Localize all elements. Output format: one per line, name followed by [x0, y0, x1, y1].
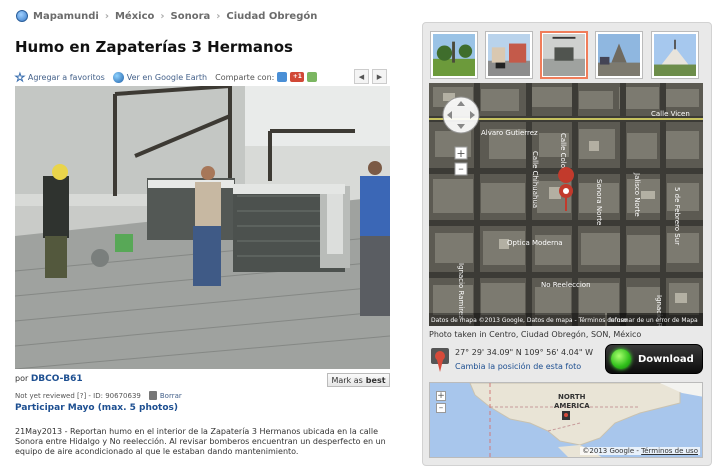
image-share-icon[interactable]: [307, 72, 318, 82]
review-line: Not yet reviewed [?] - ID: 90670639 Borr…: [15, 391, 182, 400]
photo-description: 21May2013 - Reportan humo en el interior…: [15, 427, 386, 456]
mark-as-label: Mark as: [331, 375, 363, 385]
add-favorites-link[interactable]: ★ Agregar a favoritos: [15, 70, 105, 84]
map-label-optica-moderna: Optica Moderna: [507, 239, 563, 247]
coordinates-row: 27° 29' 34.09" N 109° 56' 4.04" W Cambia…: [429, 345, 605, 375]
change-position-link[interactable]: Cambia la posición de esta foto: [455, 362, 581, 371]
author-name-link[interactable]: DBCO-B61: [31, 374, 83, 384]
google-earth-icon: [112, 71, 124, 83]
download-button[interactable]: Download: [605, 344, 703, 374]
download-label: Download: [638, 353, 694, 365]
breadcrumb-link-ciudad-obregon[interactable]: Ciudad Obregón: [226, 11, 317, 22]
zoom-out-glyph: –: [458, 162, 464, 175]
chevron-right-icon: ›: [160, 10, 165, 22]
globe-icon: [16, 10, 28, 22]
thumbnail-2[interactable]: [485, 31, 533, 79]
rooftop-photo: [15, 86, 390, 369]
satellite-map-image: Calle Vicen Alvaro Gutierrez Calle Chihu…: [429, 83, 703, 326]
breadcrumb-link-mapamundi[interactable]: Mapamundi: [33, 11, 99, 22]
world-copyright-text: ©2013 Google -: [582, 447, 639, 455]
share-label: Comparte con:: [215, 72, 275, 82]
map-label-5-de-febrero: 5 de Febrero Sur: [673, 187, 681, 245]
main-photo[interactable]: [15, 86, 390, 369]
map-label-chihuahua: Calle Chihuahua: [531, 151, 539, 208]
mark-best-label: best: [365, 375, 386, 385]
mark-as-best-button[interactable]: Mark as best: [327, 373, 390, 387]
thumbnail-image: [598, 34, 640, 76]
prev-photo-button[interactable]: ◀: [354, 69, 369, 84]
map-label-calle-vicente: Calle Vicen: [651, 110, 690, 118]
share-group: Comparte con: +1: [215, 72, 318, 82]
map-label-jalisco-norte: Jalisco Norte: [633, 172, 641, 217]
thumbnail-image: [654, 34, 696, 76]
author-line: por DBCO-B61: [15, 374, 83, 384]
map-label-sonora-norte: Sonora Norte: [595, 179, 603, 225]
download-indicator-icon: [611, 349, 631, 369]
participate-link[interactable]: Participar Mayo (max. 5 photos): [15, 403, 178, 413]
thumbnail-5[interactable]: [651, 31, 699, 79]
star-icon: ★: [15, 70, 26, 84]
breadcrumb: Mapamundi › México › Sonora › Ciudad Obr…: [16, 9, 317, 23]
author-prefix: por: [15, 374, 29, 383]
breadcrumb-link-mexico[interactable]: México: [115, 11, 154, 22]
pan-control[interactable]: [442, 96, 480, 134]
thumbnail-1[interactable]: [430, 31, 478, 79]
google-earth-link[interactable]: Ver en Google Earth: [112, 71, 208, 83]
satellite-map[interactable]: Calle Vicen Alvaro Gutierrez Calle Chihu…: [429, 83, 703, 326]
chevron-right-icon: ›: [104, 10, 109, 22]
breadcrumb-link-sonora[interactable]: Sonora: [171, 11, 211, 22]
map-label-colon: Calle Colon: [559, 133, 567, 172]
map-label-alvaro-gutierrez: Alvaro Gutierrez: [481, 129, 538, 137]
thumbnail-image: [543, 34, 585, 76]
thumbnail-4[interactable]: [595, 31, 643, 79]
trash-icon[interactable]: [148, 391, 157, 400]
zoom-in-glyph: +: [456, 147, 465, 160]
twitter-share-icon[interactable]: [277, 72, 288, 82]
review-status: Not yet reviewed [?] - ID: 90670639: [15, 391, 141, 400]
map-label-ignacio-ramirez: Ignacio Ramirez: [457, 263, 465, 319]
map-label-no-reeleccion: No Reeleccion: [541, 281, 591, 289]
next-photo-button[interactable]: ▶: [372, 69, 387, 84]
world-zoom-out-button[interactable]: –: [436, 403, 446, 413]
world-map-marker-icon: [562, 411, 570, 420]
gplus-share-icon[interactable]: +1: [290, 72, 305, 82]
google-earth-label: Ver en Google Earth: [126, 72, 208, 82]
page-title: Humo en Zapaterías 3 Hermanos: [15, 38, 293, 56]
action-bar: ★ Agregar a favoritos Ver en Google Eart…: [15, 69, 390, 85]
coordinates-text: 27° 29' 34.09" N 109° 56' 4.04" W: [455, 348, 593, 357]
world-zoom-in-button[interactable]: +: [436, 391, 446, 401]
add-favorites-label: Agregar a favoritos: [27, 72, 105, 82]
world-map[interactable]: NORTH AMERICA + – ©2013 Google - Término…: [429, 382, 703, 458]
thumbnail-3-selected[interactable]: [540, 31, 588, 79]
delete-link[interactable]: Borrar: [160, 392, 182, 400]
thumbnail-image: [488, 34, 530, 76]
map-terms-text: Datos de mapa ©2013 Google, Datos de map…: [431, 317, 628, 324]
location-pin-icon: [431, 348, 449, 372]
thumbnail-image: [433, 34, 475, 76]
world-label-america: AMERICA: [554, 402, 590, 410]
world-map-copyright: ©2013 Google - Términos de uso: [580, 447, 700, 455]
photo-location-caption: Photo taken in Centro, Ciudad Obregón, S…: [429, 330, 642, 339]
chevron-right-icon: ›: [216, 10, 221, 22]
world-label-north: NORTH: [558, 393, 586, 401]
world-terms-link[interactable]: Términos de uso: [641, 447, 698, 455]
